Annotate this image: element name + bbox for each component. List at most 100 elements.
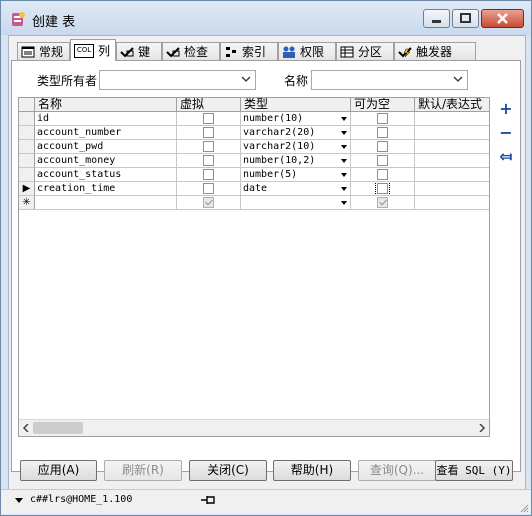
nullable-checkbox[interactable] (377, 113, 388, 124)
nullable-checkbox[interactable] (377, 127, 388, 138)
nullable-checkbox[interactable] (377, 197, 388, 208)
virtual-cell (177, 140, 241, 154)
create-table-window: 创建 表 常规 COL 列 键 检查 索引 权限 分区 触发器 类型所有者 名称… (0, 0, 532, 516)
default-expression-cell[interactable] (415, 168, 489, 182)
header-virtual[interactable]: 虚拟 (177, 98, 241, 112)
horizontal-scrollbar[interactable] (19, 419, 489, 436)
view-sql-label: 查看 SQL (Y) (436, 464, 512, 477)
type-dropdown-arrow-icon[interactable] (341, 159, 347, 163)
row-header[interactable] (19, 154, 35, 168)
minimize-button[interactable] (423, 9, 450, 28)
tab-partitions[interactable]: 分区 (336, 42, 394, 60)
view-sql-button[interactable]: 查看 SQL (Y) (435, 460, 513, 481)
type-dropdown-arrow-icon[interactable] (341, 173, 347, 177)
insert-column-button[interactable]: ⤆ (498, 149, 514, 165)
header-nullable[interactable]: 可为空 (351, 98, 415, 112)
type-dropdown-arrow-icon[interactable] (341, 145, 347, 149)
close-button[interactable]: 关闭(C) (189, 460, 267, 481)
nullable-checkbox[interactable] (377, 141, 388, 152)
name-combobox[interactable] (311, 70, 468, 90)
header-default[interactable]: 默认/表达式 (415, 98, 489, 112)
virtual-checkbox[interactable] (203, 183, 214, 194)
column-type-cell[interactable] (241, 196, 351, 210)
default-expression-cell[interactable] (415, 126, 489, 140)
column-name-cell[interactable]: account_money (35, 154, 177, 168)
refresh-button[interactable]: 刷新(R) (104, 460, 182, 481)
virtual-cell (177, 112, 241, 126)
tab-indexes[interactable]: 索引 (220, 42, 278, 60)
virtual-checkbox[interactable] (203, 155, 214, 166)
row-header[interactable] (19, 112, 35, 126)
virtual-checkbox[interactable] (203, 113, 214, 124)
tab-privileges[interactable]: 权限 (278, 42, 336, 60)
default-expression-cell[interactable] (415, 182, 489, 196)
database-table-icon (12, 12, 25, 26)
connection-label[interactable]: c##lrs@HOME_1.100 (30, 494, 132, 505)
scrollbar-thumb[interactable] (33, 422, 83, 434)
nullable-checkbox[interactable] (377, 155, 388, 166)
tab-columns[interactable]: COL 列 (70, 39, 116, 61)
column-type-cell[interactable]: number(10,2) (241, 154, 351, 168)
column-type-cell[interactable]: number(5) (241, 168, 351, 182)
tab-keys[interactable]: 键 (116, 42, 162, 60)
row-header[interactable] (19, 168, 35, 182)
column-type-cell[interactable]: varchar2(20) (241, 126, 351, 140)
column-type-cell[interactable]: number(10) (241, 112, 351, 126)
chevron-down-icon (453, 76, 463, 82)
type-owner-combobox[interactable] (99, 70, 256, 90)
virtual-checkbox[interactable] (203, 141, 214, 152)
columns-tab-icon: COL (74, 43, 94, 58)
maximize-button[interactable] (452, 9, 479, 28)
header-type[interactable]: 类型 (241, 98, 351, 112)
tab-partitions-label: 分区 (358, 45, 383, 59)
virtual-checkbox[interactable] (203, 197, 214, 208)
tab-keys-label: 键 (138, 45, 151, 59)
tab-general[interactable]: 常规 (17, 42, 70, 60)
nullable-checkbox[interactable] (375, 182, 390, 195)
add-column-button[interactable]: + (498, 101, 514, 117)
new-row-marker[interactable]: ✳ (19, 196, 35, 210)
triggers-tab-icon (398, 46, 412, 57)
column-name-cell[interactable]: creation_time (35, 182, 177, 196)
type-dropdown-arrow-icon[interactable] (341, 131, 347, 135)
remove-column-icon: − (499, 123, 513, 142)
virtual-checkbox[interactable] (203, 169, 214, 180)
connection-dropdown-icon[interactable] (15, 498, 23, 504)
type-dropdown-arrow-icon[interactable] (341, 117, 347, 121)
type-dropdown-arrow-icon[interactable] (341, 201, 347, 205)
minimize-icon (432, 20, 441, 23)
header-name[interactable]: 名称 (35, 98, 177, 112)
grid-corner (19, 98, 35, 112)
close-window-button[interactable] (481, 9, 524, 28)
nullable-checkbox[interactable] (377, 169, 388, 180)
column-name-cell[interactable]: account_number (35, 126, 177, 140)
default-expression-cell[interactable] (415, 140, 489, 154)
apply-button[interactable]: 应用(A) (20, 460, 97, 481)
column-name-cell[interactable]: account_pwd (35, 140, 177, 154)
query-button[interactable]: 查询(Q)... (358, 460, 436, 481)
pin-icon[interactable] (201, 495, 217, 505)
column-type-value: varchar2(20) (243, 127, 316, 138)
column-type-cell[interactable]: date (241, 182, 351, 196)
column-type-cell[interactable]: varchar2(10) (241, 140, 351, 154)
default-expression-cell[interactable] (415, 154, 489, 168)
column-name-cell[interactable]: id (35, 112, 177, 126)
help-button[interactable]: 帮助(H) (273, 460, 351, 481)
row-header[interactable] (19, 140, 35, 154)
scroll-right-icon[interactable] (478, 424, 486, 432)
column-name-cell[interactable]: account_status (35, 168, 177, 182)
row-header[interactable] (19, 126, 35, 140)
tab-checks[interactable]: 检查 (162, 42, 220, 60)
column-type-value: number(5) (243, 169, 298, 180)
scroll-left-icon[interactable] (22, 424, 30, 432)
remove-column-button[interactable]: − (498, 125, 514, 141)
default-expression-cell[interactable] (415, 112, 489, 126)
type-dropdown-arrow-icon[interactable] (341, 187, 347, 191)
default-expression-cell[interactable] (415, 196, 489, 210)
resize-grip-icon[interactable] (519, 503, 529, 513)
column-type-value: date (243, 183, 268, 194)
column-name-cell[interactable] (35, 196, 177, 210)
tab-triggers[interactable]: 触发器 (394, 42, 476, 60)
virtual-checkbox[interactable] (203, 127, 214, 138)
row-header[interactable]: ▶ (19, 182, 35, 196)
